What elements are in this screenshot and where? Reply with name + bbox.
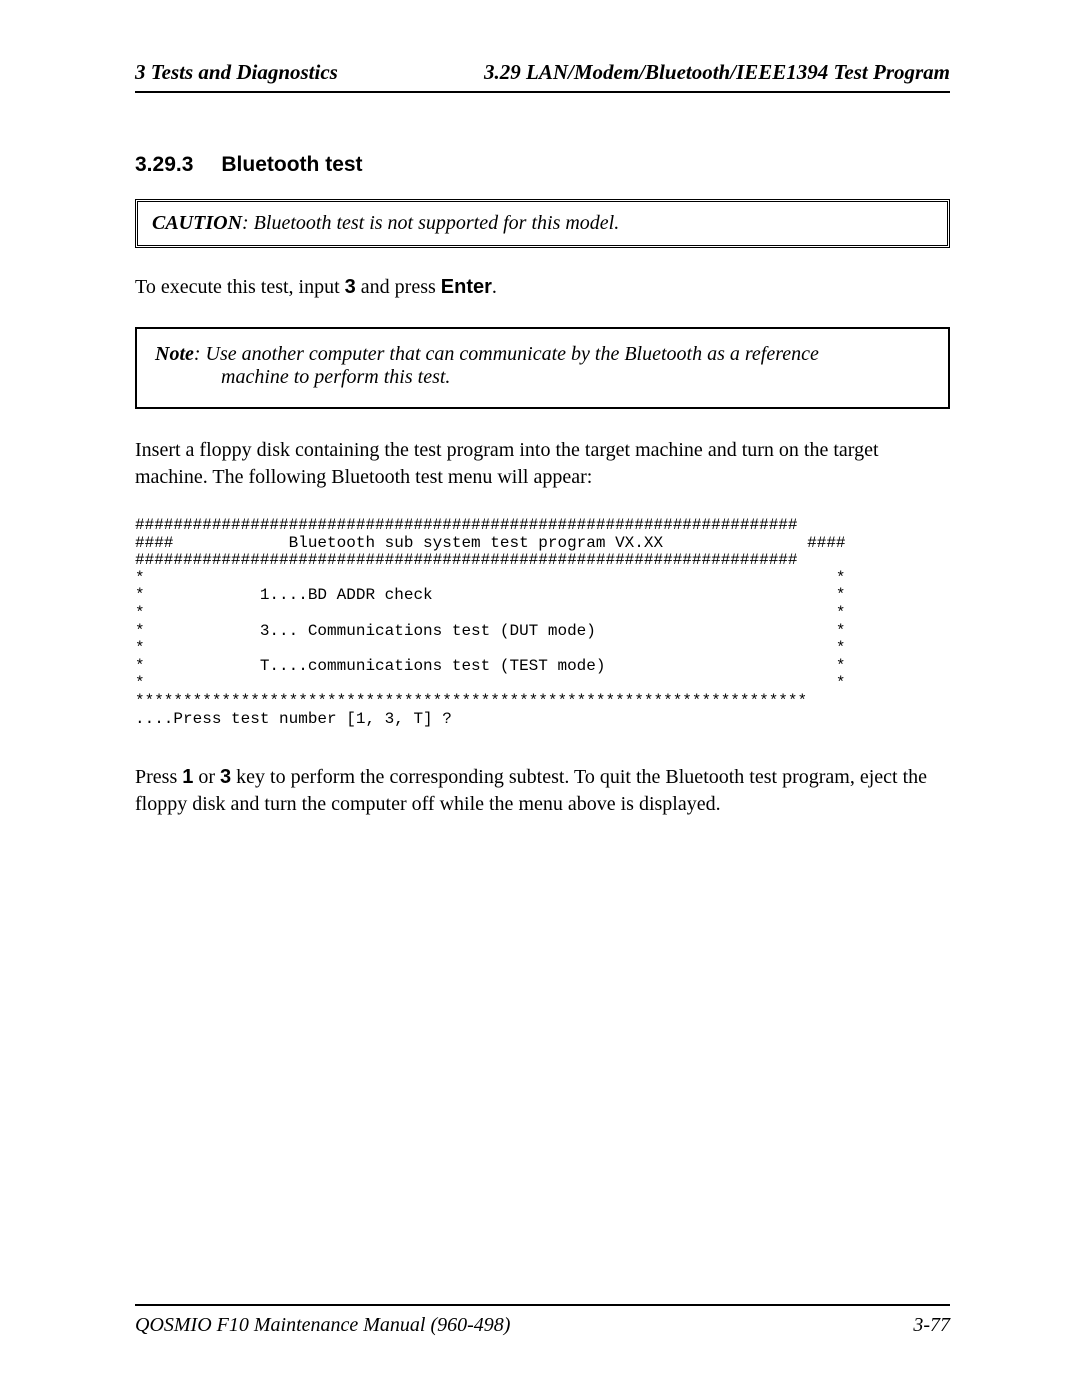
- closing-key-1: 1: [182, 766, 193, 788]
- note-line2: machine to perform this test.: [221, 366, 930, 389]
- insert-text: Insert a floppy disk containing the test…: [135, 437, 950, 491]
- closing-pre: Press: [135, 766, 182, 788]
- caution-box: CAUTION: Bluetooth test is not supported…: [135, 199, 950, 248]
- caution-text: : Bluetooth test is not supported for th…: [242, 212, 619, 234]
- closing-rest: key to perform the corresponding subtest…: [135, 766, 927, 815]
- intro-key-enter: Enter: [441, 276, 492, 298]
- page-footer: QOSMIO F10 Maintenance Manual (960-498) …: [135, 1304, 950, 1337]
- closing-mid1: or: [193, 766, 220, 788]
- header-left: 3 Tests and Diagnostics: [135, 60, 338, 85]
- intro-key-3: 3: [345, 276, 356, 298]
- note-line1: : Use another computer that can communic…: [194, 343, 819, 365]
- intro-post: .: [492, 276, 497, 298]
- section-title: Bluetooth test: [221, 153, 362, 176]
- intro-mid: and press: [356, 276, 441, 298]
- footer-left: QOSMIO F10 Maintenance Manual (960-498): [135, 1314, 510, 1337]
- intro-pre: To execute this test, input: [135, 276, 345, 298]
- caution-label: CAUTION: [152, 212, 242, 234]
- section-heading: 3.29.3 Bluetooth test: [135, 153, 950, 177]
- intro-text: To execute this test, input 3 and press …: [135, 274, 950, 301]
- closing-key-3: 3: [220, 766, 231, 788]
- terminal-output: ########################################…: [135, 517, 950, 728]
- note-label: Note: [155, 343, 194, 365]
- page: 3 Tests and Diagnostics 3.29 LAN/Modem/B…: [0, 0, 1080, 1397]
- footer-right: 3-77: [913, 1314, 950, 1337]
- page-header: 3 Tests and Diagnostics 3.29 LAN/Modem/B…: [135, 60, 950, 93]
- section-number: 3.29.3: [135, 153, 193, 176]
- header-right: 3.29 LAN/Modem/Bluetooth/IEEE1394 Test P…: [484, 60, 950, 85]
- note-box: Note: Use another computer that can comm…: [135, 327, 950, 409]
- closing-text: Press 1 or 3 key to perform the correspo…: [135, 764, 950, 818]
